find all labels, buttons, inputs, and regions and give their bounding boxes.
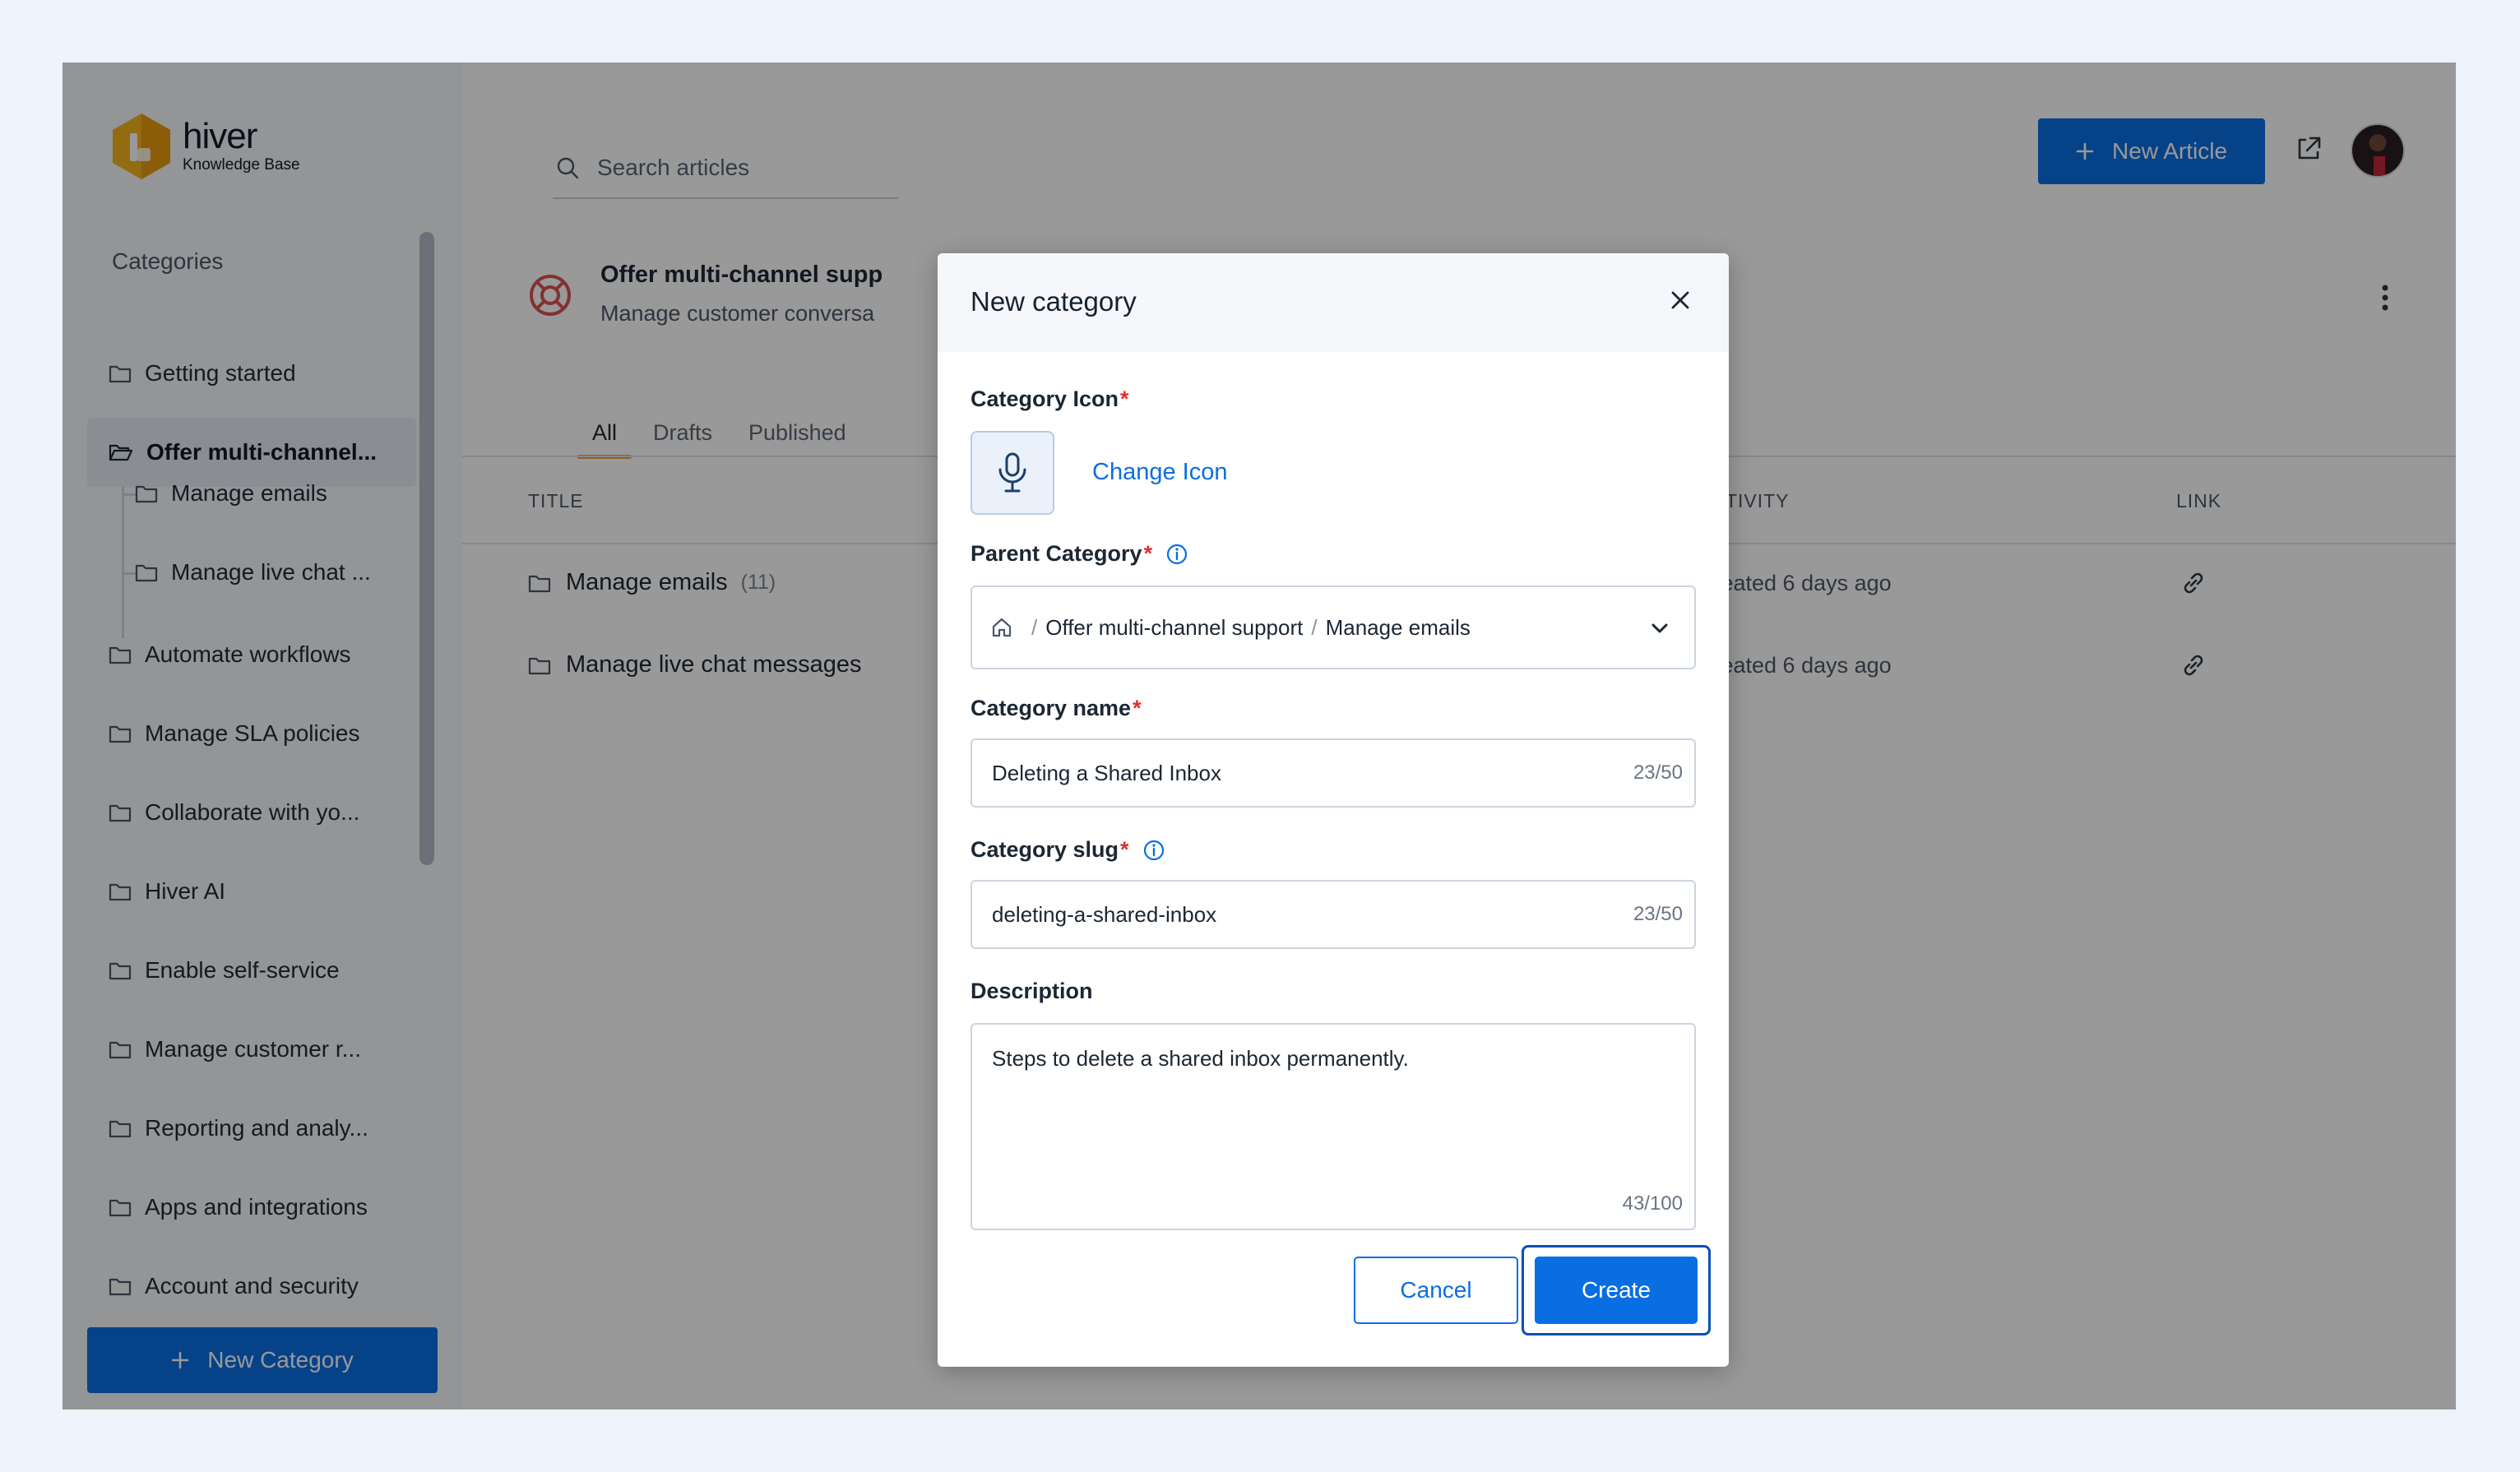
category-slug-input[interactable]: deleting-a-shared-inbox 23/50 [970,880,1696,949]
cancel-button[interactable]: Cancel [1354,1257,1518,1324]
new-category-dialog: New category Category Icon * Change Icon … [938,253,1729,1367]
category-name-label: Category name * [970,696,1142,720]
parent-path-1: Manage emails [1325,614,1471,640]
description-counter: 43/100 [1622,1192,1683,1215]
description-label: Description [970,979,1093,1003]
category-name-input[interactable]: Deleting a Shared Inbox 23/50 [970,738,1696,808]
category-name-value: Deleting a Shared Inbox [992,760,1221,785]
category-slug-counter: 23/50 [1633,903,1683,925]
info-icon[interactable] [1142,839,1165,862]
change-icon-link[interactable]: Change Icon [1092,459,1227,486]
create-button[interactable]: Create [1535,1257,1698,1324]
category-slug-label: Category slug * [970,837,1165,863]
dialog-header: New category [938,253,1729,352]
description-textarea[interactable]: Steps to delete a shared inbox permanent… [970,1023,1696,1230]
home-icon [992,618,1012,637]
microphone-icon [998,452,1026,493]
category-slug-value: deleting-a-shared-inbox [992,901,1217,927]
parent-path-0: Offer multi-channel support [1045,614,1304,640]
app-window: hiver Knowledge Base Categories Getting … [63,62,2456,1410]
parent-category-select[interactable]: / Offer multi-channel support / Manage e… [970,586,1696,669]
description-value: Steps to delete a shared inbox permanent… [992,1046,1409,1071]
breadcrumb-separator: / [1031,614,1038,640]
category-icon-preview[interactable] [970,431,1054,515]
category-name-counter: 23/50 [1633,761,1683,784]
dialog-title: New category [970,286,1137,317]
chevron-down-icon [1651,623,1668,633]
parent-category-label: Parent Category * [970,541,1188,567]
category-icon-label: Category Icon * [970,387,1129,411]
close-icon[interactable] [1668,288,1693,312]
info-icon[interactable] [1165,543,1188,566]
breadcrumb-separator: / [1311,614,1318,640]
